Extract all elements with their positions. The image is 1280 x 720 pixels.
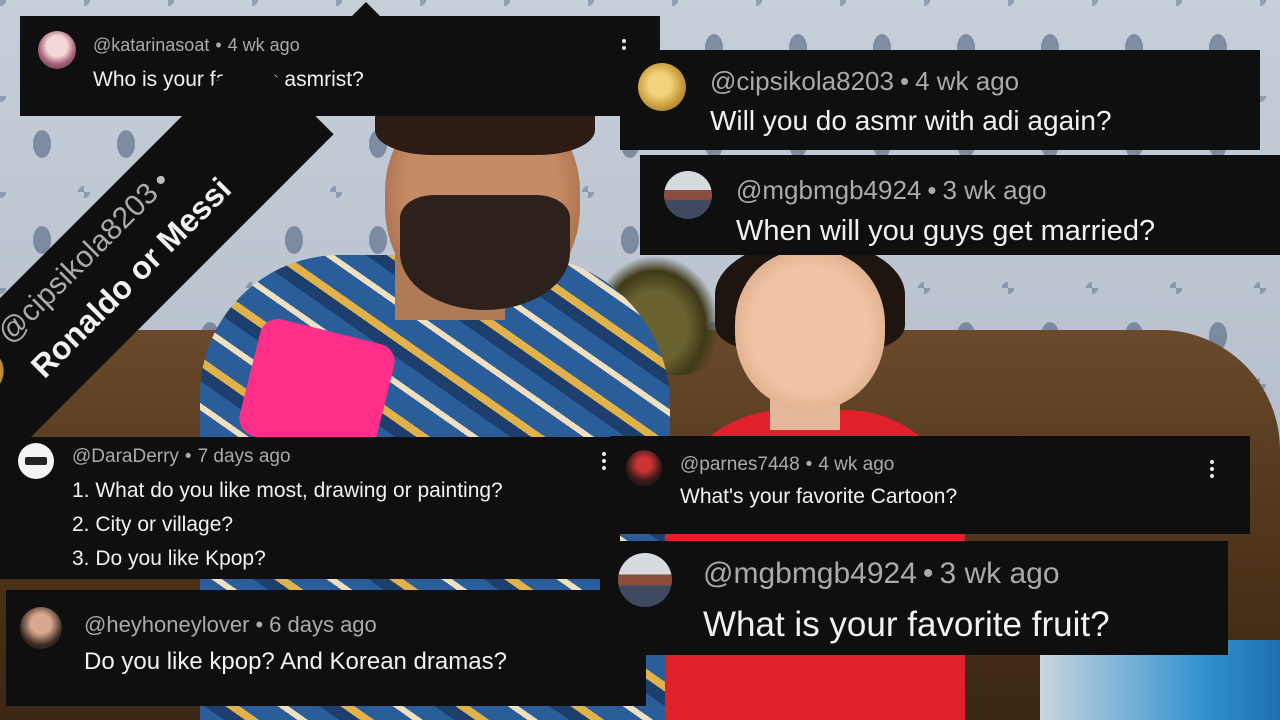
avatar[interactable] xyxy=(626,450,662,486)
comment-username[interactable]: @heyhoneylover xyxy=(84,612,249,637)
comment-time[interactable]: 4 wk ago xyxy=(818,454,894,475)
comment-text: What is your favorite fruit? xyxy=(703,605,1110,644)
comment-meta: @mgbmgb4924 • 3 wk ago xyxy=(703,557,1060,591)
meta-separator: • xyxy=(922,557,934,590)
comment-text: When will you guys get married? xyxy=(736,215,1156,247)
comment-time[interactable]: 7 days ago xyxy=(198,446,291,467)
avatar[interactable] xyxy=(18,443,54,479)
comment-card-parnes: @parnes7448 • 4 wk ago What's your favorit… xyxy=(610,436,1250,534)
avatar-logo xyxy=(25,457,47,465)
comment-username[interactable]: @DaraDerry xyxy=(72,446,179,467)
meta-separator: • xyxy=(927,175,937,205)
meta-separator: • xyxy=(805,454,813,475)
avatar[interactable] xyxy=(20,607,62,649)
comment-text-line-1: 1. What do you like most, drawing or pai… xyxy=(72,479,503,502)
comment-card-heyhoneylover: @heyhoneylover • 6 days ago Do you like kp… xyxy=(6,590,646,706)
avatar[interactable] xyxy=(0,338,14,404)
avatar[interactable] xyxy=(38,31,76,69)
comment-username[interactable]: @mgbmgb4924 xyxy=(703,557,917,590)
comment-meta: @parnes7448 • 4 wk ago xyxy=(680,454,894,476)
comment-username[interactable]: @katarinasoat xyxy=(93,35,209,55)
avatar[interactable] xyxy=(664,171,712,219)
meta-separator: • xyxy=(215,35,222,55)
comment-card-daraderry: @DaraDerry • 7 days ago 1. What do you lik… xyxy=(0,437,620,579)
comment-text-line-3: 3. Do you like Kpop? xyxy=(72,547,266,570)
meta-separator: • xyxy=(255,612,264,637)
comment-username[interactable]: @parnes7448 xyxy=(680,454,800,475)
meta-separator: • xyxy=(899,66,910,96)
comment-card-mgbmgb-fruit: @mgbmgb4924 • 3 wk ago What is your favori… xyxy=(600,541,1228,655)
comment-meta: @cipsikola8203 • 4 wk ago xyxy=(710,66,1019,97)
comment-time[interactable]: 4 wk ago xyxy=(228,35,300,55)
comment-card-mgbmgb-married: @mgbmgb4924 • 3 wk ago When will you guys … xyxy=(640,155,1280,255)
vertical-ellipsis-icon[interactable] xyxy=(601,452,607,470)
comment-meta: @mgbmgb4924 • 3 wk ago xyxy=(736,175,1047,206)
woman-head xyxy=(735,250,885,410)
meta-separator: • xyxy=(184,446,192,467)
comment-text: Do you like kpop? And Korean dramas? xyxy=(84,648,507,675)
comment-text-line-2: 2. City or village? xyxy=(72,513,234,536)
avatar[interactable] xyxy=(618,553,672,607)
comment-card-katarinasoat: @katarinasoat•4 wk ago Who is your favor… xyxy=(20,2,660,116)
comment-meta: @heyhoneylover • 6 days ago xyxy=(84,612,377,638)
comment-time[interactable]: 6 days ago xyxy=(269,612,377,637)
avatar[interactable] xyxy=(638,63,686,111)
comment-card-cipsikola: @cipsikola8203 • 4 wk ago Will you do asmr… xyxy=(620,50,1260,150)
card-notch xyxy=(350,2,382,18)
comment-text: What's your favorite Cartoon? xyxy=(680,485,958,508)
comment-time[interactable]: 3 wk ago xyxy=(943,175,1047,205)
comment-text: Will you do asmr with adi again? xyxy=(710,105,1112,136)
man-beard xyxy=(400,195,570,310)
comment-meta: @DaraDerry • 7 days ago xyxy=(72,446,291,468)
comment-time[interactable]: 4 wk ago xyxy=(915,66,1019,96)
comment-time[interactable]: 3 wk ago xyxy=(939,557,1059,590)
comment-username[interactable]: @cipsikola8203 xyxy=(710,66,894,96)
comment-username[interactable]: @mgbmgb4924 xyxy=(736,175,921,205)
comment-meta: @katarinasoat • 4 wk ago xyxy=(93,35,300,56)
vertical-ellipsis-icon[interactable] xyxy=(1209,460,1215,478)
